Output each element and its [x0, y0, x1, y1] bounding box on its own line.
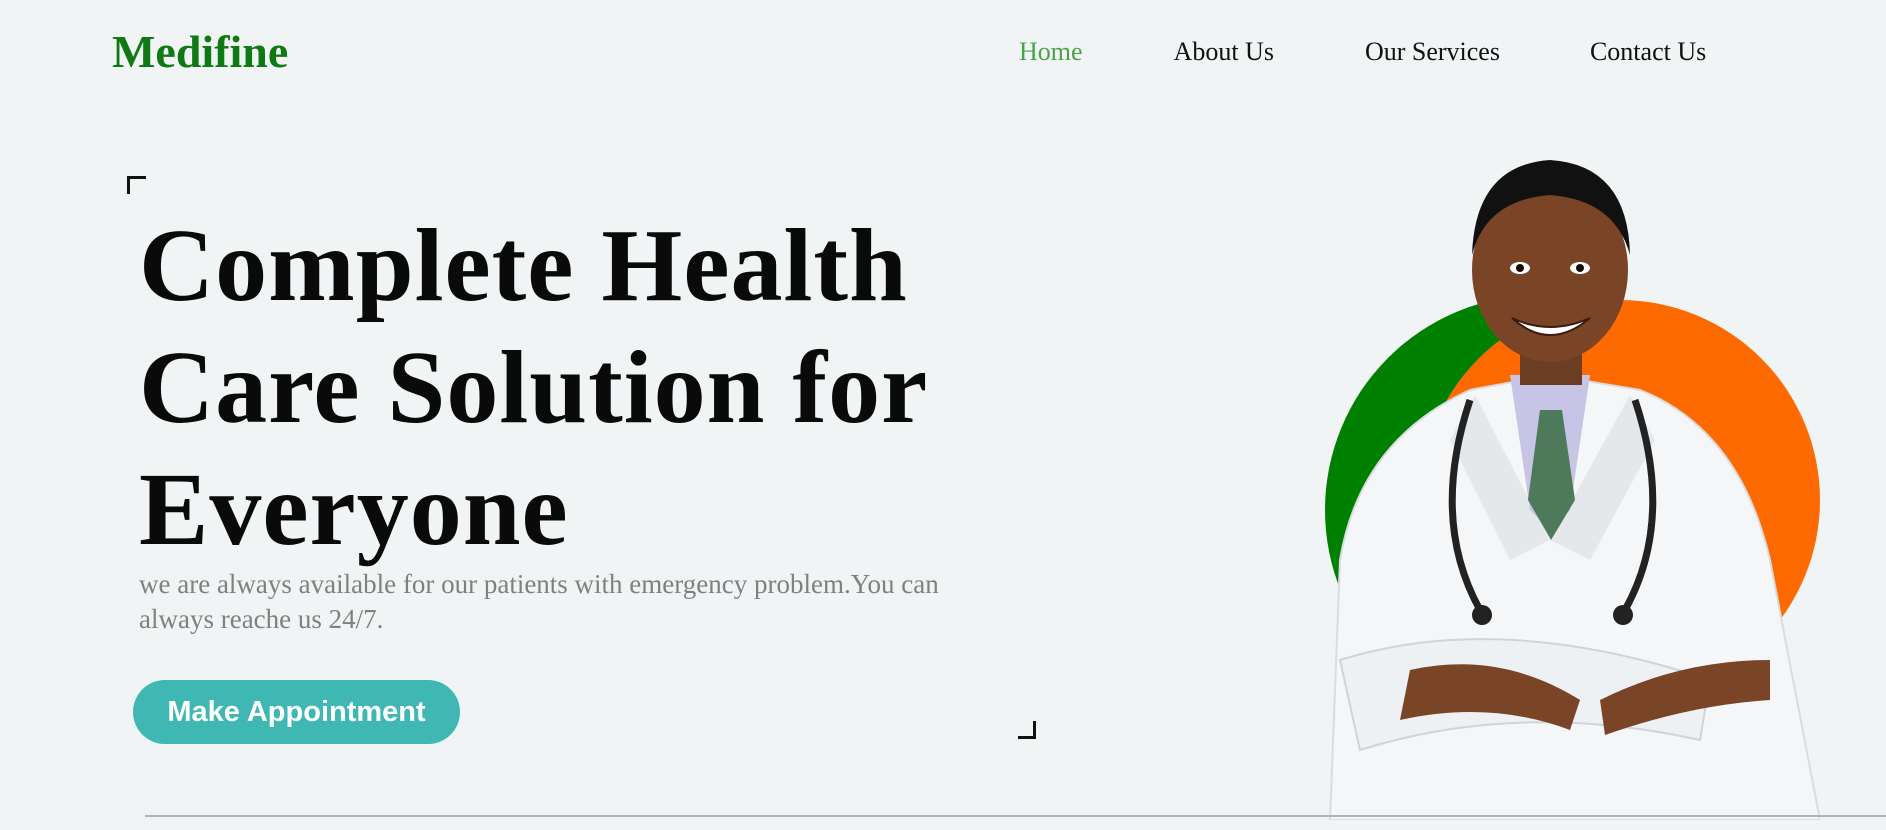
- nav-contact-us[interactable]: Contact Us: [1590, 36, 1706, 68]
- doctor-illustration: [1325, 160, 1820, 820]
- corner-bracket-top-left: [127, 176, 146, 194]
- hero-subtitle: we are always available for our patients…: [139, 569, 939, 634]
- logo[interactable]: Medifine: [112, 24, 288, 80]
- corner-bracket-bottom-right: [1018, 721, 1036, 739]
- nav-our-services[interactable]: Our Services: [1365, 36, 1500, 68]
- main-nav: Home About Us Our Services Contact Us: [1019, 36, 1706, 68]
- nav-home[interactable]: Home: [1019, 36, 1083, 68]
- make-appointment-button[interactable]: Make Appointment: [133, 680, 460, 744]
- hero-title: Complete Health Care Solution for Everyo…: [139, 208, 927, 567]
- bottom-divider: [145, 815, 1886, 817]
- nav-about-us[interactable]: About Us: [1174, 36, 1274, 68]
